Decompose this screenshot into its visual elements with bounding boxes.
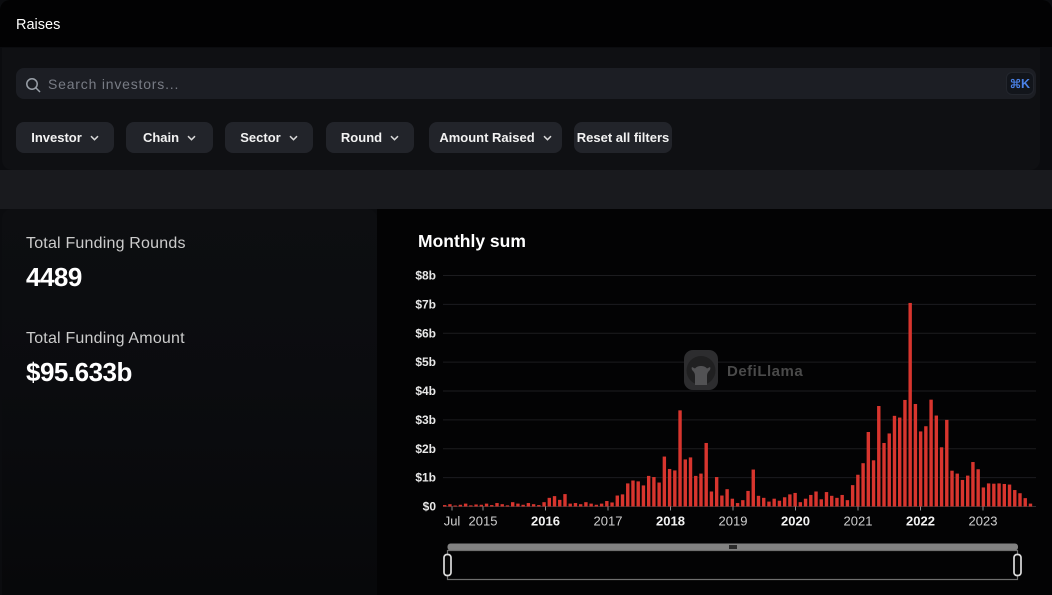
svg-text:$7b: $7b [415, 297, 436, 311]
svg-text:$4b: $4b [415, 384, 436, 398]
svg-text:DefiLlama: DefiLlama [727, 363, 803, 380]
svg-text:2022: 2022 [906, 514, 935, 529]
svg-text:2015: 2015 [469, 514, 498, 529]
svg-text:Jul: Jul [444, 514, 461, 529]
svg-text:2016: 2016 [531, 514, 560, 529]
svg-text:$1b: $1b [415, 471, 436, 485]
svg-text:2023: 2023 [969, 514, 998, 529]
svg-text:2019: 2019 [719, 514, 748, 529]
svg-text:2018: 2018 [656, 514, 685, 529]
svg-text:$3b: $3b [415, 413, 436, 427]
svg-text:2020: 2020 [781, 514, 810, 529]
svg-text:$6b: $6b [415, 326, 436, 340]
svg-text:$8b: $8b [415, 269, 436, 283]
svg-text:2017: 2017 [594, 514, 623, 529]
svg-text:$2b: $2b [415, 442, 436, 456]
svg-text:$0: $0 [423, 500, 437, 514]
svg-text:2021: 2021 [844, 514, 873, 529]
svg-text:$5b: $5b [415, 355, 436, 369]
